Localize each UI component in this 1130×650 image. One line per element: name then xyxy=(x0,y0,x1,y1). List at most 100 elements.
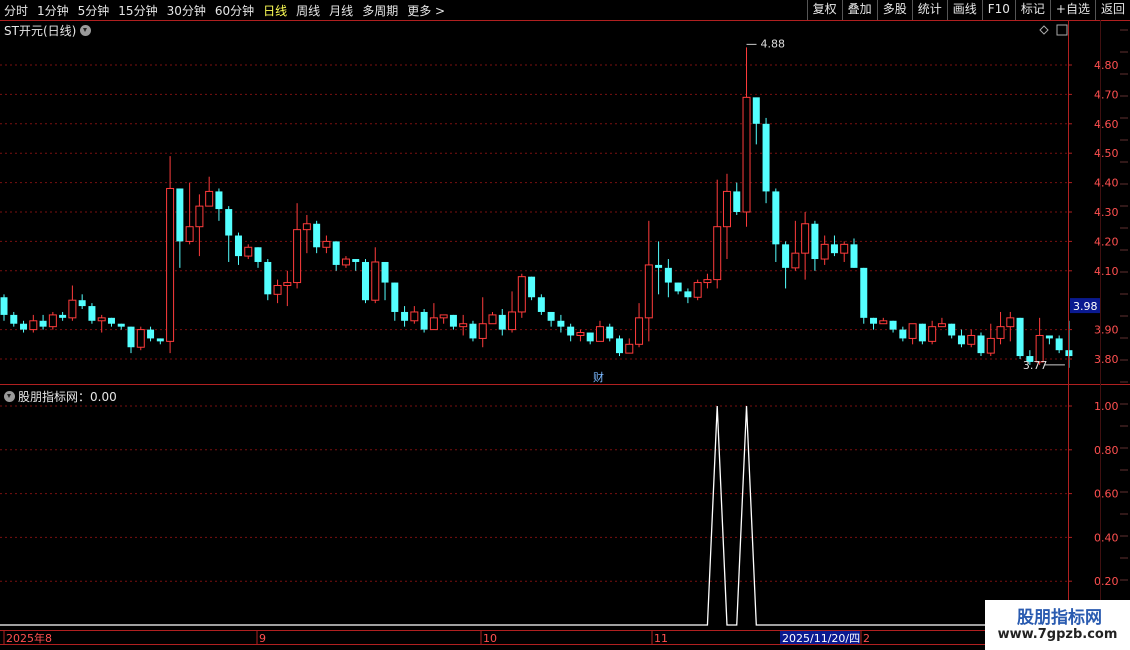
price-tick-label: 4.40 xyxy=(1094,177,1119,190)
price-tick-label: 4.80 xyxy=(1094,59,1119,72)
candle-body-down xyxy=(547,311,555,321)
time-label: 2 xyxy=(863,632,870,645)
high-label: 4.88 xyxy=(761,37,786,50)
candle-body-down xyxy=(733,191,741,212)
candle-body-up xyxy=(48,314,57,328)
candle-body-down xyxy=(127,326,135,348)
candle-body-down xyxy=(528,276,536,298)
candle-body-up xyxy=(293,229,302,284)
candle-body-down xyxy=(449,314,457,327)
time-label: 10 xyxy=(483,632,497,645)
indicator-tick-label: 0.80 xyxy=(1094,444,1119,457)
candle-body-down xyxy=(313,223,321,248)
candle-body-up xyxy=(439,314,448,319)
candle-body-down xyxy=(176,188,184,242)
candle-body-up xyxy=(273,285,282,295)
candle-body-down xyxy=(674,282,682,292)
candle-body-down xyxy=(811,223,819,260)
candle-body-up xyxy=(820,243,829,260)
watermark-url: www.7gpzb.com xyxy=(997,627,1118,642)
candle-body-down xyxy=(1055,338,1063,351)
candle-body-up xyxy=(928,326,937,342)
candle-body-down xyxy=(606,326,614,339)
candle-body-down xyxy=(537,297,545,312)
candle-body-down xyxy=(88,306,96,321)
indicator-tick-label: 0.60 xyxy=(1094,488,1119,501)
candle-body-down xyxy=(664,267,672,283)
candle-body-down xyxy=(59,314,67,318)
candle-body-down xyxy=(264,261,272,295)
candle-body-down xyxy=(655,264,663,268)
candle-body-up xyxy=(840,243,849,254)
candle-body-up xyxy=(625,343,634,354)
candle-body-down xyxy=(752,97,760,124)
candle-body-down xyxy=(1045,335,1053,339)
candle-body-down xyxy=(420,311,428,330)
candle-body-down xyxy=(586,332,594,342)
candle-body-up xyxy=(410,311,419,322)
kline-chart[interactable]: 4.80 4.70 4.60 4.50 4.40 4.30 4.20 4.10 3.90 3.80… xyxy=(0,0,1130,650)
candle-body-up xyxy=(996,326,1005,339)
grid-lines xyxy=(0,64,1068,582)
candle-body-up xyxy=(478,323,487,339)
candle-body-down xyxy=(498,314,506,330)
candle-body-down xyxy=(899,329,907,339)
price-tick-label: 3.90 xyxy=(1094,324,1119,337)
candle-body-down xyxy=(225,209,233,236)
time-label: 2025年8 xyxy=(6,631,52,645)
candle-body-down xyxy=(830,244,838,254)
indicator-tick-label: 0.20 xyxy=(1094,575,1119,588)
candle-body-up xyxy=(341,258,350,266)
candle-body-up xyxy=(68,299,77,319)
price-tick-label: 4.30 xyxy=(1094,206,1119,219)
candle-body-down xyxy=(0,297,8,315)
chart-labels: 4.88 3.77 财 3.98 xyxy=(592,37,1100,384)
candle-body-down xyxy=(889,320,897,330)
candle-body-up xyxy=(244,246,253,257)
candle-body-down xyxy=(948,323,956,336)
candle-body-up xyxy=(801,223,810,254)
candle-body-up xyxy=(322,240,331,248)
candle-body-down xyxy=(39,320,47,327)
price-tick-label: 4.50 xyxy=(1094,147,1119,160)
candle-body-up xyxy=(517,276,526,313)
watermark-title: 股朋指标网 xyxy=(1017,608,1102,628)
candle-body-down xyxy=(782,244,790,268)
candle-body-up xyxy=(879,320,888,325)
indicator-series xyxy=(0,405,1069,626)
candle-body-down xyxy=(10,314,18,324)
candle-body-up xyxy=(791,252,800,269)
price-tick-label: 4.70 xyxy=(1094,88,1119,101)
candle-body-down xyxy=(870,317,878,324)
candle-body-down xyxy=(107,317,115,324)
candle-body-up xyxy=(185,226,194,242)
candle-body-up xyxy=(576,332,585,336)
candle-body-up xyxy=(1006,317,1015,328)
candles xyxy=(0,47,1073,368)
price-tick-label: 4.20 xyxy=(1094,235,1119,248)
candle-body-up xyxy=(722,190,731,228)
candle-body-down xyxy=(957,335,965,345)
time-label: 11 xyxy=(654,632,668,645)
candle-body-down xyxy=(332,241,340,265)
candle-body-up xyxy=(635,317,644,345)
candle-body-up xyxy=(644,264,653,319)
time-label: 9 xyxy=(259,632,266,645)
candle-body-up xyxy=(703,279,712,284)
candle-body-down xyxy=(147,329,155,339)
candle-body-up xyxy=(136,329,145,348)
candle-body-down xyxy=(381,261,389,283)
candle-body-up xyxy=(908,323,917,339)
low-label: 3.77 xyxy=(1023,359,1047,372)
candle-body-down xyxy=(234,235,242,257)
candle-body-down xyxy=(469,323,477,339)
candle-body-down xyxy=(616,338,624,354)
candle-body-up xyxy=(302,223,311,231)
candle-body-down xyxy=(684,291,692,298)
candle-body-down xyxy=(352,259,360,262)
candle-body-up xyxy=(937,323,946,328)
candle-body-up xyxy=(283,282,292,286)
finance-marker: 财 xyxy=(593,370,604,384)
candle-body-down xyxy=(557,320,565,327)
candle-body-down xyxy=(254,247,262,262)
